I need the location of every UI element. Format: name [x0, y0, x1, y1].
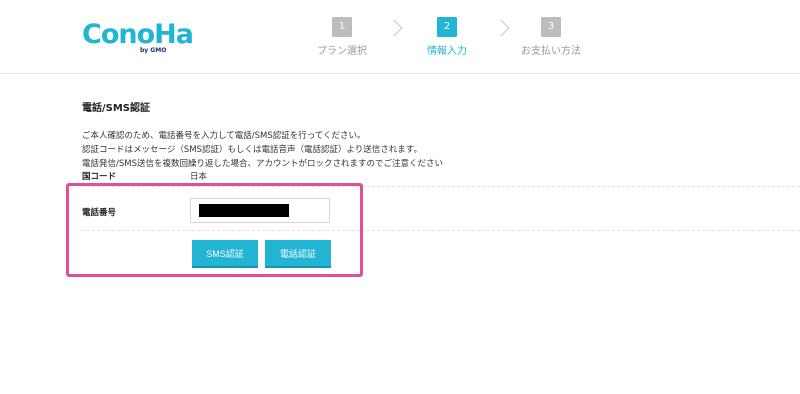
step-2-label: 情報入力: [427, 46, 467, 57]
page-title: 電話/SMS認証: [82, 103, 151, 114]
conoha-logo[interactable]: ConoHa by GMO: [82, 20, 194, 55]
country-code-value: 日本: [190, 172, 208, 182]
country-code-label: 国コード: [82, 172, 117, 182]
step-1-number: 1: [332, 17, 352, 37]
step-1-label: プラン選択: [317, 46, 367, 57]
logo-sub: by GMO: [140, 47, 167, 54]
step-3-label: お支払い方法: [521, 46, 581, 57]
header: ConoHa by GMO 1 プラン選択 2 情報入力 3 お支払い方法: [0, 0, 800, 74]
description-line-3: 電話発信/SMS送信を複数回繰り返した場合、アカウントがロックされますのでご注意…: [82, 159, 443, 169]
step-3: 3 お支払い方法: [506, 17, 596, 57]
step-2: 2 情報入力: [402, 17, 492, 57]
description-line-2: 認証コードはメッセージ（SMS認証）もしくは電話音声（電話認証）より送信されます…: [82, 145, 422, 155]
chevron-right-icon: [385, 19, 403, 37]
step-1: 1 プラン選択: [297, 17, 387, 57]
highlight-box: [66, 183, 363, 277]
description-line-1: ご本人確認のため、電話番号を入力して電話/SMS認証を行ってください。: [82, 131, 366, 141]
step-3-number: 3: [541, 17, 561, 37]
logo-text: ConoHa: [82, 19, 194, 50]
step-2-number: 2: [437, 17, 457, 37]
